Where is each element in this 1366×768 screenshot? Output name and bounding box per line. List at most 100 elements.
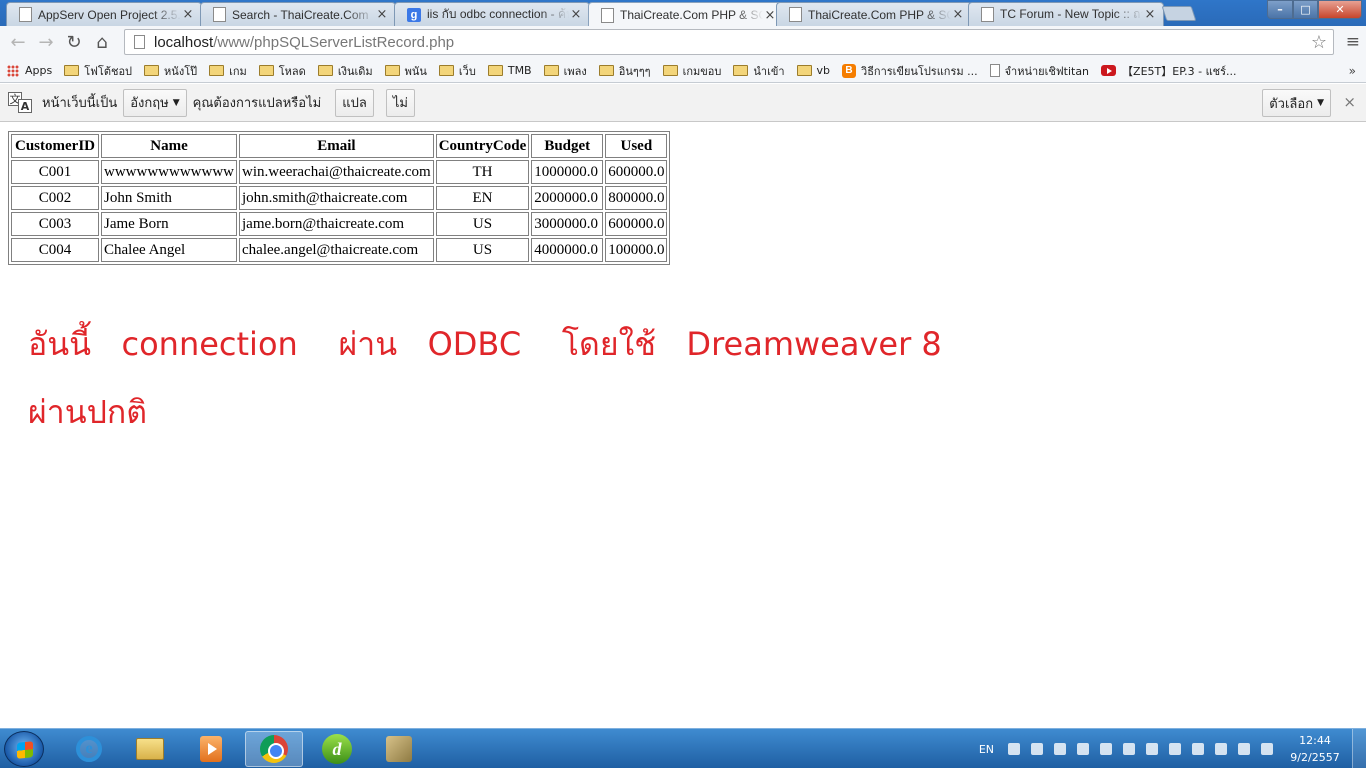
translate-options-button[interactable]: ตัวเลือก ▼ [1262, 89, 1331, 117]
network-icon[interactable] [1100, 743, 1112, 755]
bookmark-folder[interactable]: เกม [209, 62, 247, 80]
menu-icon[interactable]: ≡ [1346, 32, 1360, 52]
bookmark-label: อินๆๆๆ [618, 64, 651, 78]
table-header-row: CustomerID Name Email CountryCode Budget… [11, 134, 668, 158]
bookmark-folder[interactable]: หนังโป๊ [144, 62, 197, 80]
cell-used: 600000.0 [605, 160, 668, 184]
folder-icon [144, 65, 160, 76]
annotation-line-1: อันนี้ connection ผ่าน ODBC โดยใช้ Dream… [28, 325, 942, 363]
language-indicator[interactable]: EN [979, 743, 994, 756]
close-window-button[interactable]: ✕ [1318, 0, 1362, 19]
tab-close-icon[interactable]: × [1143, 7, 1157, 22]
cell-customer-id: C001 [11, 160, 99, 184]
bookmarks-bar: Apps โฟโต้ชอป หนังโป๊ เกม โหลด เงินเดิม … [0, 59, 1366, 83]
back-arrow-icon[interactable]: ← [4, 30, 32, 56]
cell-email: jame.born@thaicreate.com [239, 212, 434, 236]
action-center-flag-icon[interactable] [1031, 743, 1043, 755]
bookmark-folder[interactable]: โฟโต้ชอป [64, 62, 132, 80]
forward-arrow-icon[interactable]: → [32, 30, 60, 56]
volume-icon[interactable] [1169, 743, 1181, 755]
bookmark-folder[interactable]: พนัน [384, 62, 427, 80]
internet-explorer-icon: e [76, 736, 102, 762]
bookmark-apps[interactable]: Apps [7, 64, 52, 77]
url-text: localhost/www/phpSQLServerListRecord.php [154, 34, 454, 51]
cell-used: 100000.0 [605, 238, 668, 262]
page-icon [19, 7, 32, 22]
tab-close-icon[interactable]: × [569, 7, 583, 22]
taskbar-dreamweaver[interactable]: d [308, 731, 366, 767]
bookmarks-overflow-icon[interactable]: » [1349, 64, 1356, 78]
taskbar-internet-explorer[interactable]: e [60, 731, 118, 767]
display-icon[interactable] [1054, 743, 1066, 755]
reload-icon[interactable]: ↻ [60, 30, 88, 56]
cell-budget: 2000000.0 [531, 186, 604, 210]
audio-manager-icon[interactable] [1146, 743, 1158, 755]
maximize-button[interactable]: □ [1293, 0, 1318, 19]
close-icon[interactable]: × [1343, 93, 1356, 111]
tab-close-icon[interactable]: × [375, 7, 389, 22]
tab-search-thaicreate[interactable]: Search - ThaiCreate.Com × [200, 2, 396, 26]
tab-title: ThaiCreate.Com PHP & SQL Server [620, 8, 763, 22]
tab-thaicreate-active[interactable]: ThaiCreate.Com PHP & SQL Server × [588, 2, 784, 27]
start-button[interactable] [4, 731, 44, 767]
windows-taskbar: e d EN 12:44 9/2/2557 [0, 728, 1366, 768]
system-clock[interactable]: 12:44 9/2/2557 [1284, 732, 1346, 766]
bookmark-page[interactable]: จำหน่ายเชิฟtitan [989, 62, 1089, 80]
taskbar-tools[interactable] [370, 731, 428, 767]
tab-thaicreate-2[interactable]: ThaiCreate.Com PHP & SQL Server × [776, 2, 972, 26]
tab-close-icon[interactable]: × [951, 7, 965, 22]
bookmark-label: โฟโต้ชอป [84, 64, 133, 78]
tab-google-search[interactable]: g iis กับ odbc connection - ค้นหาด้วย Go… [394, 2, 590, 26]
speaker-icon[interactable] [1215, 743, 1227, 755]
bookmark-label: Apps [25, 64, 53, 77]
bookmark-folder[interactable]: vb [796, 64, 830, 77]
people-icon[interactable] [1008, 743, 1020, 755]
bookmark-star-icon[interactable]: ☆ [1311, 32, 1327, 53]
system-tray: EN 12:44 9/2/2557 [979, 729, 1366, 768]
column-header: Email [239, 134, 434, 158]
no-translate-button[interactable]: ไม่ [385, 88, 415, 117]
bookmark-folder[interactable]: โหลด [258, 62, 306, 80]
taskbar-google-chrome[interactable] [245, 731, 303, 767]
language-select[interactable]: อังกฤษ ▼ [123, 88, 187, 117]
bookmark-folder[interactable]: เกมขอบ [662, 62, 722, 80]
folder-icon [438, 65, 454, 76]
bluetooth-icon[interactable] [1123, 743, 1135, 755]
bookmark-label: เพลง [563, 64, 587, 78]
bookmark-label: เว็บ [458, 64, 476, 78]
cell-country-code: US [435, 238, 530, 262]
column-header: Budget [531, 134, 604, 158]
tab-appserv[interactable]: AppServ Open Project 2.5.10 × [6, 2, 202, 26]
new-tab-button[interactable] [1161, 6, 1197, 21]
bookmark-folder[interactable]: เว็บ [438, 62, 476, 80]
table-row: C001 wwwwwwwwwwww win.weerachai@thaicrea… [11, 160, 668, 184]
bookmark-folder[interactable]: นำเข้า [733, 62, 785, 80]
clipboard-icon[interactable] [1077, 743, 1089, 755]
globe-icon[interactable] [1261, 743, 1273, 755]
folder-icon [487, 65, 503, 76]
bookmark-folder[interactable]: อินๆๆๆ [598, 62, 651, 80]
bookmark-label: โหลด [278, 64, 306, 78]
tab-tc-forum[interactable]: TC Forum - New Topic :: ถามคำถาม × [968, 2, 1164, 26]
tab-close-icon[interactable]: × [763, 8, 777, 23]
power-icon[interactable] [1238, 743, 1250, 755]
nvidia-icon[interactable] [1192, 743, 1204, 755]
bookmark-blogger[interactable]: B วิธีการเขียนโปรแกรม ... [842, 62, 978, 80]
bookmark-folder[interactable]: เพลง [543, 62, 587, 80]
tab-close-icon[interactable]: × [181, 7, 195, 22]
clock-date: 9/2/2557 [1290, 751, 1340, 764]
bookmark-folder[interactable]: เงินเดิม [317, 62, 373, 80]
show-desktop-button[interactable] [1352, 729, 1366, 768]
address-bar[interactable]: localhost/www/phpSQLServerListRecord.php… [124, 29, 1334, 55]
bookmark-label: เงินเดิม [337, 64, 373, 78]
taskbar-windows-explorer[interactable] [121, 731, 179, 767]
bookmark-label: เกมขอบ [682, 64, 722, 78]
column-header: Name [101, 134, 237, 158]
minimize-button[interactable]: – [1267, 0, 1293, 19]
column-header: Used [605, 134, 668, 158]
translate-button[interactable]: แปล [335, 88, 374, 117]
bookmark-folder[interactable]: TMB [487, 64, 532, 77]
bookmark-youtube[interactable]: 【ZE5T】EP.3 - แชร์... [1101, 62, 1237, 80]
home-icon[interactable]: ⌂ [88, 30, 116, 56]
taskbar-media-player[interactable] [182, 731, 240, 767]
